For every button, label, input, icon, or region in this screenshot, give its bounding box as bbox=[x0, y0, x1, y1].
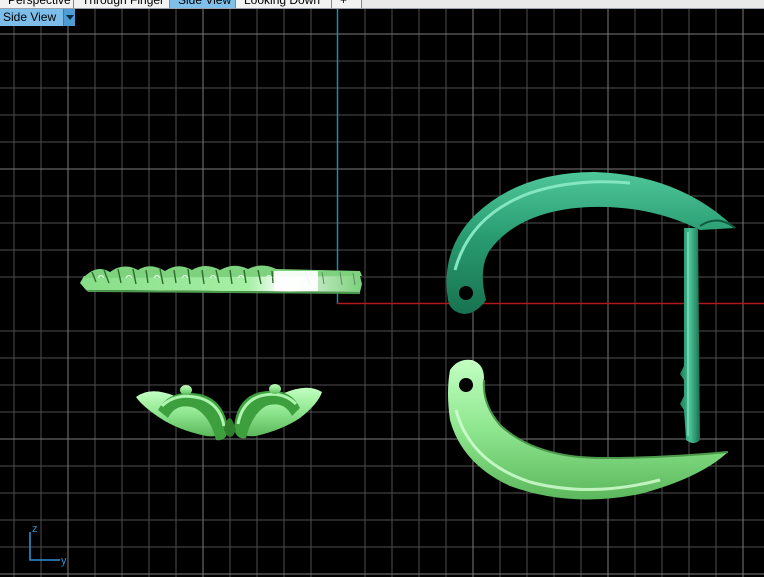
chevron-down-icon[interactable] bbox=[64, 9, 76, 26]
ring-band-flat[interactable] bbox=[80, 265, 362, 295]
tab-perspective[interactable]: Perspective bbox=[0, 0, 74, 8]
tab-through-finger[interactable]: Through Finger bbox=[74, 0, 170, 8]
clasp-lower-hole bbox=[459, 378, 473, 392]
clasp-upper-hole bbox=[459, 286, 473, 300]
viewport-tab-bar: Perspective Through Finger Side View Loo… bbox=[0, 0, 764, 9]
tab-add[interactable]: + bbox=[332, 0, 362, 8]
axis-z-label: z bbox=[32, 523, 38, 535]
tab-looking-down[interactable]: Looking Down bbox=[236, 0, 332, 8]
viewport-canvas[interactable]: z y bbox=[0, 0, 764, 577]
axis-indicator: z y bbox=[29, 523, 67, 567]
tab-side-view[interactable]: Side View bbox=[170, 0, 236, 8]
view-selector-dropdown[interactable]: Side View bbox=[0, 9, 76, 26]
clasp-pin[interactable] bbox=[680, 228, 700, 443]
axis-y-label: y bbox=[61, 555, 67, 567]
view-selector-value: Side View bbox=[0, 9, 65, 26]
